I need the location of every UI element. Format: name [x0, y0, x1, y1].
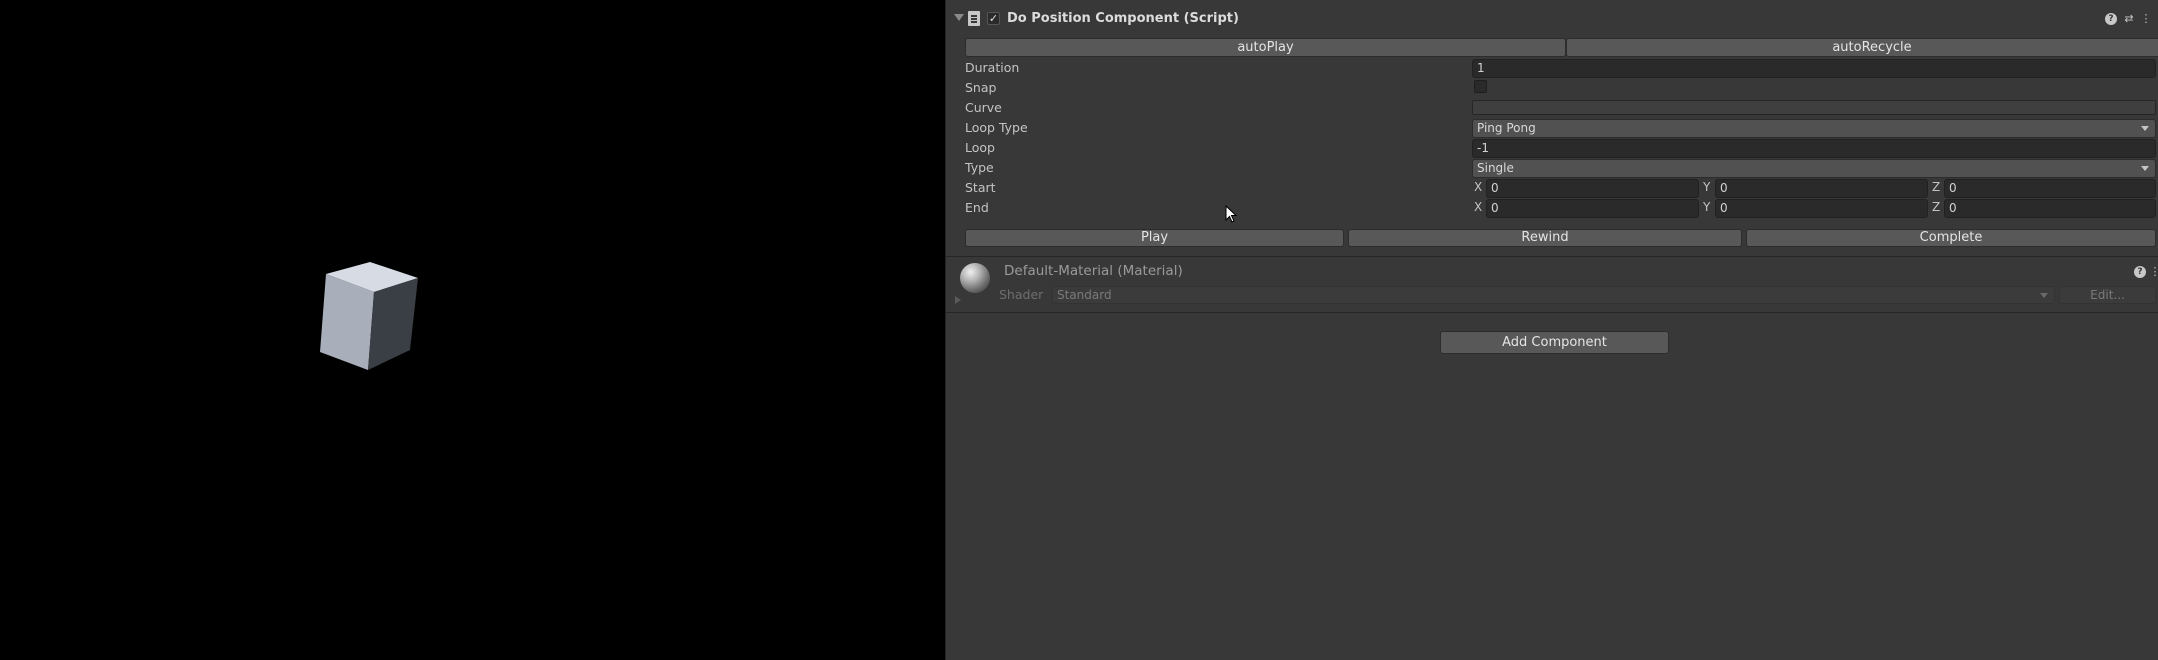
duration-label: Duration — [965, 60, 1020, 75]
loop-label: Loop — [965, 140, 995, 155]
curve-label: Curve — [965, 100, 1002, 115]
inspector-panel: ✓ Do Position Component (Script) ? ⇄ ⋮ a… — [945, 0, 2158, 660]
play-button[interactable]: Play — [965, 229, 1344, 247]
loop-type-label: Loop Type — [965, 120, 1028, 135]
chevron-down-icon — [2141, 166, 2149, 171]
material-title: Default-Material (Material) — [1004, 263, 1183, 279]
component-title: Do Position Component (Script) — [1007, 11, 1239, 26]
kebab-menu-icon[interactable]: ⋮ — [2140, 13, 2152, 25]
curve-field[interactable] — [1472, 100, 2156, 115]
preset-icon[interactable]: ⇄ — [2123, 13, 2135, 25]
type-value: Single — [1477, 161, 1514, 175]
shader-edit-button[interactable]: Edit... — [2059, 286, 2156, 304]
start-z-axis-label[interactable]: Z — [1932, 180, 1940, 194]
end-label: End — [965, 200, 989, 215]
component-enabled-checkbox[interactable]: ✓ — [987, 12, 1000, 25]
mouse-cursor-icon — [1225, 205, 1237, 223]
foldout-arrow-icon[interactable] — [954, 14, 964, 21]
add-component-button[interactable]: Add Component — [1440, 331, 1669, 354]
end-z-field[interactable]: 0 — [1944, 199, 2156, 218]
end-z-axis-label[interactable]: Z — [1932, 200, 1940, 214]
help-icon[interactable]: ? — [2105, 13, 2117, 25]
type-label: Type — [965, 160, 994, 175]
start-x-axis-label[interactable]: X — [1474, 180, 1482, 194]
loop-type-value: Ping Pong — [1477, 121, 1536, 135]
script-icon — [968, 11, 980, 26]
start-label: Start — [965, 180, 996, 195]
snap-checkbox[interactable] — [1474, 80, 1487, 93]
start-x-field[interactable]: 0 — [1486, 179, 1699, 198]
component-divider — [946, 256, 2158, 257]
material-foldout-icon[interactable] — [955, 296, 961, 304]
rewind-button[interactable]: Rewind — [1348, 229, 1742, 247]
shader-dropdown[interactable]: Standard — [1052, 286, 2055, 304]
shader-value: Standard — [1057, 288, 1112, 302]
end-x-field[interactable]: 0 — [1486, 199, 1699, 218]
kebab-menu-icon[interactable]: ⋮ — [2149, 266, 2158, 278]
auto-play-toggle[interactable]: autoPlay — [965, 38, 1566, 57]
start-z-field[interactable]: 0 — [1944, 179, 2156, 198]
cube-object[interactable] — [310, 262, 426, 370]
material-divider — [946, 312, 2158, 313]
complete-button[interactable]: Complete — [1746, 229, 2156, 247]
help-icon[interactable]: ? — [2134, 266, 2146, 278]
material-sphere-icon — [960, 263, 990, 293]
scene-viewport[interactable] — [0, 0, 945, 660]
type-dropdown[interactable]: Single — [1472, 159, 2156, 178]
auto-recycle-toggle[interactable]: autoRecycle — [1566, 38, 2158, 57]
start-y-field[interactable]: 0 — [1715, 179, 1928, 198]
end-y-field[interactable]: 0 — [1715, 199, 1928, 218]
snap-label: Snap — [965, 80, 997, 95]
chevron-down-icon — [2040, 293, 2048, 298]
end-x-axis-label[interactable]: X — [1474, 200, 1482, 214]
component-header[interactable]: ✓ Do Position Component (Script) ? ⇄ ⋮ — [946, 3, 2158, 31]
end-y-axis-label[interactable]: Y — [1703, 200, 1710, 214]
start-y-axis-label[interactable]: Y — [1703, 180, 1710, 194]
shader-label: Shader — [999, 287, 1044, 302]
loop-type-dropdown[interactable]: Ping Pong — [1472, 119, 2156, 138]
duration-field[interactable]: 1 — [1472, 59, 2156, 78]
chevron-down-icon — [2141, 126, 2149, 131]
loop-field[interactable]: -1 — [1472, 139, 2156, 158]
